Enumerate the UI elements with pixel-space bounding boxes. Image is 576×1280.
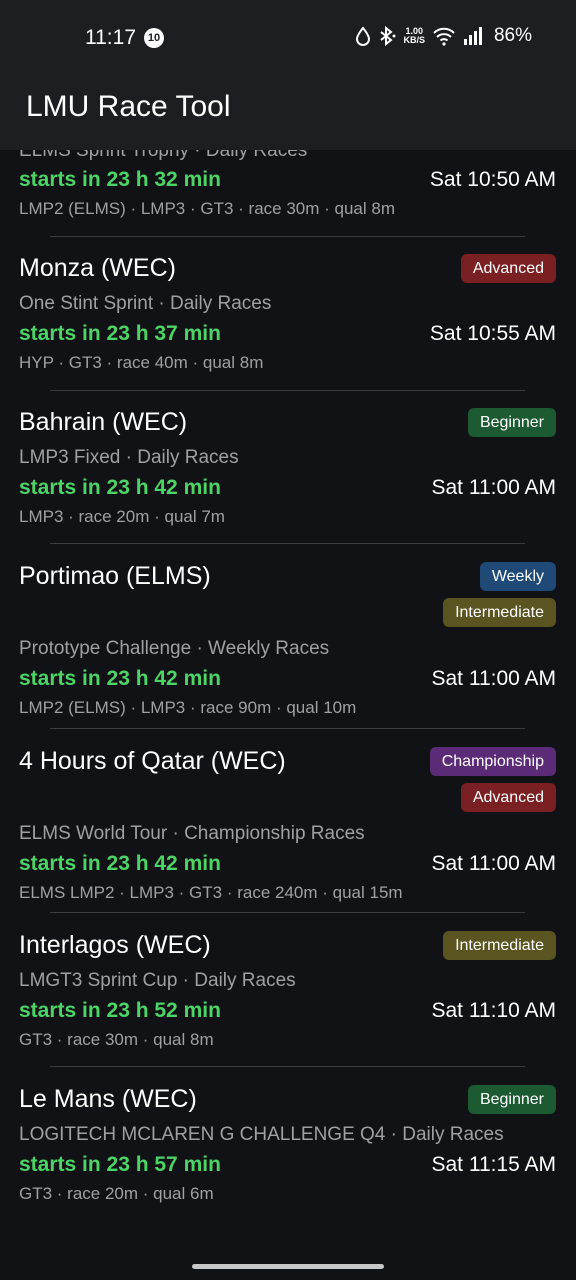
- race-classes: LMP2 (ELMS) · LMP3 · GT3 · race 30m · qu…: [19, 199, 395, 218]
- race-classes: ELMS LMP2 · LMP3 · GT3 · race 240m · qua…: [19, 883, 403, 902]
- race-series: LMGT3 Sprint Cup · Daily Races: [19, 970, 296, 991]
- network-speed: 1.00 KB/S: [403, 27, 425, 45]
- divider: [50, 912, 525, 913]
- race-track-name: Interlagos (WEC): [19, 931, 211, 959]
- race-item-le-mans[interactable]: Le Mans (WEC) Beginner LOGITECH MCLAREN …: [0, 1085, 576, 1209]
- race-series: LOGITECH MCLAREN G CHALLENGE Q4 · Daily …: [19, 1124, 504, 1145]
- bluetooth-icon: [380, 26, 396, 46]
- gesture-home-bar[interactable]: [192, 1264, 384, 1269]
- difficulty-badge-beginner: Beginner: [467, 1085, 556, 1114]
- race-list[interactable]: ELMS Sprint Trophy · Daily Races starts …: [0, 150, 576, 1260]
- race-item-elms-sprint-trophy[interactable]: ELMS Sprint Trophy · Daily Races starts …: [0, 150, 576, 238]
- app-title: LMU Race Tool: [26, 90, 231, 123]
- difficulty-badge-intermediate: Intermediate: [443, 931, 556, 960]
- race-series: ELMS Sprint Trophy · Daily Races: [19, 150, 308, 161]
- type-badge-championship: Championship: [429, 747, 556, 776]
- race-start-time: Sat 10:55 AM: [429, 322, 556, 345]
- app-bar: LMU Race Tool: [0, 78, 576, 150]
- race-series: Prototype Challenge · Weekly Races: [19, 638, 330, 659]
- network-speed-unit: KB/S: [403, 35, 425, 45]
- difficulty-badge-beginner: Beginner: [467, 408, 556, 437]
- race-item-portimao[interactable]: Portimao (ELMS) Weekly Intermediate Prot…: [0, 562, 576, 722]
- race-start-time: Sat 10:50 AM: [429, 168, 556, 191]
- type-badge-weekly: Weekly: [479, 562, 556, 591]
- race-countdown: starts in 23 h 42 min: [19, 852, 221, 875]
- race-classes: LMP2 (ELMS) · LMP3 · race 90m · qual 10m: [19, 698, 357, 717]
- race-track-name: Monza (WEC): [19, 254, 176, 282]
- race-countdown: starts in 23 h 52 min: [19, 999, 221, 1022]
- wifi-icon: [433, 27, 455, 46]
- difficulty-badge-advanced: Advanced: [460, 783, 556, 812]
- race-track-name: Le Mans (WEC): [19, 1085, 197, 1113]
- difficulty-badge-intermediate: Intermediate: [443, 598, 556, 627]
- difficulty-badge-advanced: Advanced: [460, 254, 556, 283]
- race-start-time: Sat 11:00 AM: [431, 476, 556, 499]
- race-start-time: Sat 11:15 AM: [431, 1153, 556, 1176]
- signal-icon: [463, 27, 482, 45]
- race-track-name: Portimao (ELMS): [19, 562, 211, 590]
- divider: [50, 728, 525, 729]
- divider: [50, 236, 525, 237]
- divider: [50, 390, 525, 391]
- race-countdown: starts in 23 h 32 min: [19, 168, 221, 191]
- race-countdown: starts in 23 h 42 min: [19, 476, 221, 499]
- race-item-interlagos[interactable]: Interlagos (WEC) Intermediate LMGT3 Spri…: [0, 931, 576, 1055]
- race-series: LMP3 Fixed · Daily Races: [19, 447, 239, 468]
- race-item-qatar[interactable]: 4 Hours of Qatar (WEC) Championship Adva…: [0, 747, 576, 907]
- water-drop-icon: [356, 26, 371, 46]
- race-track-name: Bahrain (WEC): [19, 408, 188, 436]
- race-countdown: starts in 23 h 57 min: [19, 1153, 221, 1176]
- clock: 11:17: [85, 26, 136, 49]
- race-start-time: Sat 11:10 AM: [431, 999, 556, 1022]
- notification-count-badge: 10: [144, 28, 164, 48]
- battery-level: 86%: [493, 25, 532, 46]
- race-series: One Stint Sprint · Daily Races: [19, 293, 272, 314]
- divider: [50, 543, 525, 544]
- race-classes: GT3 · race 30m · qual 8m: [19, 1030, 214, 1049]
- race-countdown: starts in 23 h 37 min: [19, 322, 221, 345]
- race-classes: GT3 · race 20m · qual 6m: [19, 1184, 214, 1203]
- race-start-time: Sat 11:00 AM: [431, 667, 556, 690]
- race-series: ELMS World Tour · Championship Races: [19, 823, 365, 844]
- race-item-bahrain[interactable]: Bahrain (WEC) Beginner LMP3 Fixed · Dail…: [0, 408, 576, 532]
- status-bar: 11:17 10 1.00 KB/S 86%: [0, 0, 576, 78]
- race-item-monza[interactable]: Monza (WEC) Advanced One Stint Sprint · …: [0, 254, 576, 378]
- race-classes: LMP3 · race 20m · qual 7m: [19, 507, 225, 526]
- race-countdown: starts in 23 h 42 min: [19, 667, 221, 690]
- race-track-name: 4 Hours of Qatar (WEC): [19, 747, 286, 775]
- race-classes: HYP · GT3 · race 40m · qual 8m: [19, 353, 264, 372]
- divider: [50, 1066, 525, 1067]
- race-start-time: Sat 11:00 AM: [431, 852, 556, 875]
- status-icons: 1.00 KB/S 86%: [355, 25, 532, 47]
